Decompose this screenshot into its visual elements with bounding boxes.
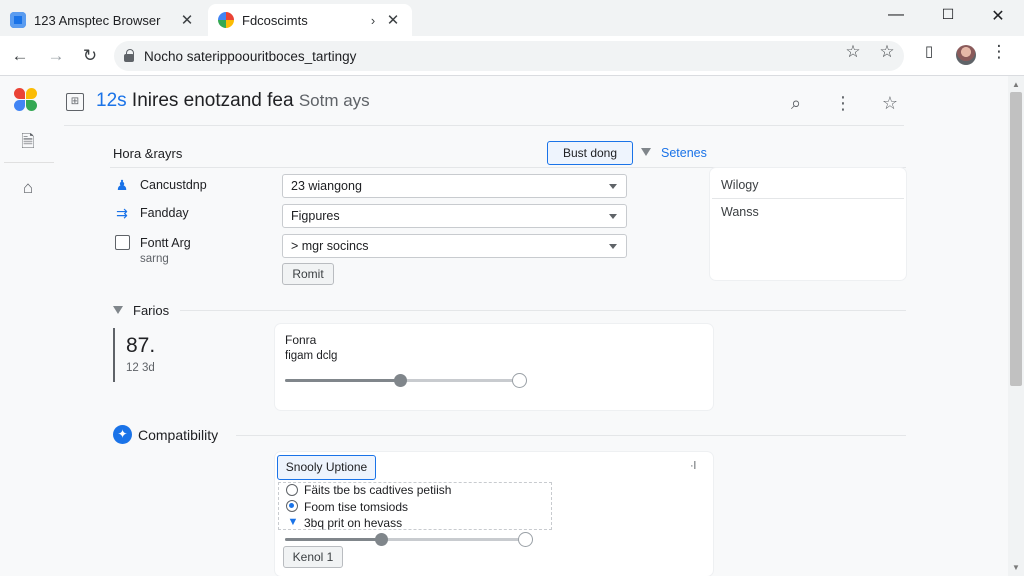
title-main: Inires enotzand fea: [131, 90, 294, 111]
side-panel-item[interactable]: Wanss: [721, 205, 759, 219]
slider-end-knob[interactable]: [518, 532, 533, 547]
close-window-icon[interactable]: ✕: [978, 6, 1018, 28]
divider: [180, 310, 906, 311]
reading-list-icon[interactable]: ▯: [918, 41, 940, 63]
address-bar[interactable]: Nocho saterippoouritboces_tartingy: [114, 41, 904, 71]
title-tail: Sotm ays: [298, 91, 370, 110]
slider-knob[interactable]: [394, 374, 407, 387]
section-title: Farios: [133, 303, 170, 318]
address-text[interactable]: Nocho saterippoouritboces_tartingy: [144, 49, 356, 64]
app-logo-icon: [14, 88, 40, 114]
option-radio[interactable]: [286, 484, 298, 496]
scroll-down-icon[interactable]: ▼: [1008, 560, 1024, 576]
tab-label: 123 Amsptec Browser: [34, 12, 161, 28]
section-title: Compatibility: [138, 427, 219, 443]
row-select[interactable]: Figpures: [282, 204, 627, 228]
dash-icon: ⇉: [116, 205, 128, 221]
profile-avatar[interactable]: [956, 45, 976, 65]
row-label: Cancustdnp: [140, 178, 207, 192]
settings-link[interactable]: Setenes: [661, 146, 707, 160]
site-favicon-icon: [218, 12, 234, 28]
row-label: Fontt Arg: [140, 236, 191, 250]
slider-fill: [285, 538, 381, 541]
collapse-triangle-icon[interactable]: [641, 148, 651, 156]
compatibility-icon: ✦: [113, 425, 132, 444]
close-tab-icon[interactable]: ✕: [178, 11, 196, 29]
arrow-down-icon: ▼: [287, 516, 299, 528]
search-icon[interactable]: ⌕: [784, 91, 808, 115]
row-checkbox[interactable]: [115, 235, 130, 250]
slider-fill: [285, 379, 400, 382]
scroll-up-icon[interactable]: ▲: [1008, 77, 1024, 93]
collapse-triangle-icon[interactable]: [113, 306, 123, 314]
slider-card: [275, 324, 713, 410]
stat-bar: [113, 328, 115, 382]
aside-mark: ·l: [690, 460, 697, 472]
reload-icon[interactable]: ↻: [78, 44, 102, 68]
scrollbar-thumb[interactable]: [1010, 92, 1022, 386]
option-label: 3bq prit on hevass: [304, 516, 403, 530]
home-icon[interactable]: ⌂: [14, 174, 42, 202]
row-sublabel: sarng: [140, 253, 169, 265]
more-vert-icon[interactable]: ⋮: [831, 91, 855, 115]
row-label: Fandday: [140, 206, 189, 220]
browser-favicon-icon: [10, 12, 26, 28]
tab-active[interactable]: Fdcoscimts › ✕: [208, 4, 412, 36]
minimize-icon[interactable]: —: [876, 6, 916, 28]
maximize-icon[interactable]: ☐: [928, 6, 968, 28]
close-tab-icon[interactable]: ✕: [384, 11, 402, 29]
browser-toolbar: ← → ↻ Nocho saterippoouritboces_tartingy…: [0, 36, 1024, 76]
option-label: Foom tise tomsiods: [304, 500, 409, 514]
row-select[interactable]: > mgr socincs: [282, 234, 627, 258]
footer-button[interactable]: Kenol 1: [283, 546, 343, 568]
document-icon[interactable]: 🗎: [14, 128, 42, 156]
top-action-button[interactable]: Bust dong: [547, 141, 633, 165]
submit-button[interactable]: Romit: [282, 263, 334, 285]
back-arrow-icon[interactable]: ←: [8, 44, 32, 68]
slider-end-knob[interactable]: [512, 373, 527, 388]
card-sub: figam dclg: [285, 350, 338, 362]
rail-divider: [4, 162, 54, 163]
title-number: 12s: [96, 90, 127, 111]
option-label: Fäits tbe bs cadtives petiish: [304, 483, 452, 497]
bookmark-star-icon[interactable]: ☆: [842, 41, 864, 63]
section-title: Hora &rayrs: [113, 146, 183, 161]
stat-value: 87.: [126, 334, 156, 357]
lock-icon: [124, 48, 134, 62]
divider: [236, 435, 906, 436]
app-grid-icon: ⊞: [66, 93, 84, 111]
page-title: 12s Inires enotzand fea Sotm ays: [96, 90, 370, 112]
row-select[interactable]: 23 wiangong: [282, 174, 627, 198]
options-button[interactable]: Snooly Uptione: [277, 455, 376, 480]
app-header: ⊞ 12s Inires enotzand fea Sotm ays ⌕ ⋮ ☆: [64, 80, 904, 126]
chevron-right-icon[interactable]: ›: [366, 13, 380, 28]
tab-strip: 123 Amsptec Browser ✕ Fdcoscimts › ✕ — ☐…: [0, 0, 1024, 36]
tab-label: Fdcoscimts: [242, 12, 308, 28]
star-icon[interactable]: ☆: [878, 91, 902, 115]
favorites-star-icon[interactable]: ☆: [876, 41, 898, 63]
slider-knob[interactable]: [375, 533, 388, 546]
forward-arrow-icon[interactable]: →: [44, 44, 68, 68]
card-title: Fonra: [285, 333, 317, 347]
side-panel-item[interactable]: Wilogy: [721, 178, 759, 192]
stat-sub: 12 3d: [126, 362, 155, 374]
option-radio-selected[interactable]: [286, 500, 298, 512]
more-vert-icon[interactable]: ⋮: [988, 41, 1010, 63]
divider: [712, 198, 904, 199]
figure-icon: ♟: [115, 177, 129, 193]
tab-browser[interactable]: 123 Amsptec Browser ✕: [0, 4, 206, 36]
